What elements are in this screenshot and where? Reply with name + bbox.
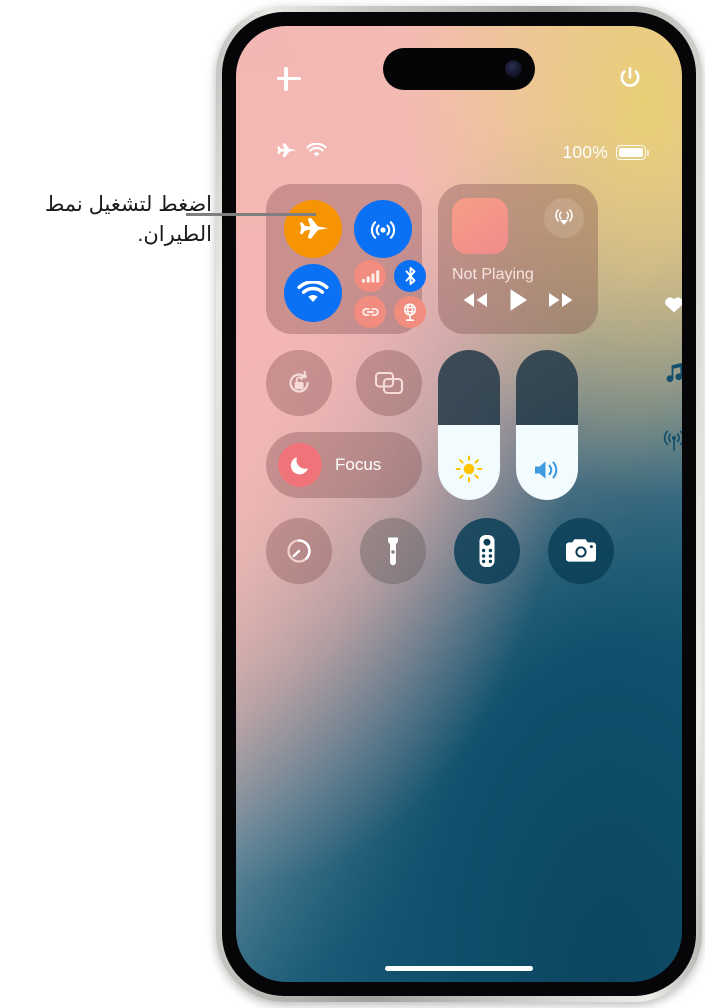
annotation-text: اضغط لتشغيل نمط الطيران. bbox=[44, 193, 212, 246]
focus-button[interactable]: Focus bbox=[266, 432, 422, 498]
broadcast-icon bbox=[663, 430, 682, 451]
connectivity-tile bbox=[266, 184, 426, 334]
bluetooth-button[interactable] bbox=[394, 260, 426, 292]
cc-row-1: Not Playing bbox=[266, 184, 660, 334]
fast-forward-icon bbox=[548, 293, 573, 307]
timer-icon bbox=[287, 539, 311, 563]
cc-row-2: Focus bbox=[266, 350, 660, 500]
page-dot-connectivity[interactable] bbox=[662, 430, 682, 457]
airdrop-button[interactable] bbox=[354, 200, 412, 258]
airplane-icon bbox=[299, 217, 328, 239]
power-icon bbox=[620, 67, 640, 87]
home-indicator[interactable] bbox=[385, 965, 533, 971]
bluetooth-icon bbox=[405, 267, 415, 285]
cellular-bars-icon bbox=[361, 270, 379, 283]
annotation-callout: اضغط لتشغيل نمط الطيران. bbox=[0, 190, 212, 250]
wifi-button[interactable] bbox=[284, 264, 342, 322]
airplay-button[interactable] bbox=[544, 198, 584, 238]
album-art-placeholder bbox=[452, 198, 508, 254]
media-playback-tile[interactable]: Not Playing bbox=[438, 184, 598, 334]
moon-icon bbox=[278, 443, 322, 487]
focus-label: Focus bbox=[335, 455, 382, 474]
airplane-icon bbox=[277, 143, 297, 158]
dynamic-island[interactable] bbox=[383, 48, 535, 90]
page-indicator-dots bbox=[662, 294, 682, 457]
camera-button[interactable] bbox=[548, 518, 614, 584]
front-camera-icon bbox=[505, 60, 522, 78]
screen-mirroring-button[interactable] bbox=[356, 350, 422, 416]
timer-button[interactable] bbox=[266, 518, 332, 584]
iphone-screen: 100% Not Playing Focus bbox=[236, 26, 682, 982]
speaker-icon bbox=[516, 456, 578, 484]
page-dot-media[interactable] bbox=[664, 361, 682, 388]
wifi-icon bbox=[306, 143, 327, 157]
status-bar: 100% bbox=[236, 142, 682, 168]
apple-tv-remote-button[interactable] bbox=[454, 518, 520, 584]
add-controls-button[interactable] bbox=[274, 64, 304, 94]
status-bar-left bbox=[276, 142, 327, 160]
moon-glyph-icon bbox=[290, 457, 308, 475]
rotation-lock-button[interactable] bbox=[266, 350, 332, 416]
rewind-button[interactable] bbox=[460, 290, 490, 315]
page-dot-home[interactable] bbox=[663, 294, 682, 319]
heart-icon bbox=[665, 297, 682, 313]
airplay-icon bbox=[555, 209, 573, 225]
cc-row-3 bbox=[266, 518, 660, 584]
play-button[interactable] bbox=[507, 287, 529, 318]
annotation-leader-line bbox=[186, 213, 316, 216]
media-status-label: Not Playing bbox=[452, 266, 534, 283]
airplane-mode-button[interactable] bbox=[284, 200, 342, 258]
camera-icon bbox=[566, 539, 596, 562]
phone-bezel: 100% Not Playing Focus bbox=[222, 12, 696, 996]
media-transport-controls bbox=[438, 287, 598, 318]
battery-percent-label: 100% bbox=[562, 142, 608, 162]
personal-hotspot-button[interactable] bbox=[354, 296, 386, 328]
volume-slider[interactable] bbox=[516, 350, 578, 500]
fast-forward-button[interactable] bbox=[546, 290, 576, 315]
rewind-icon bbox=[463, 293, 488, 307]
power-button[interactable] bbox=[614, 62, 646, 94]
rotation-lock-icon bbox=[289, 370, 309, 393]
tv-remote-icon bbox=[479, 535, 495, 567]
control-center: Not Playing Focus bbox=[266, 184, 660, 584]
vpn-button[interactable] bbox=[394, 296, 426, 328]
status-bar-right: 100% bbox=[562, 142, 649, 163]
music-note-icon bbox=[666, 363, 682, 383]
hotspot-link-icon bbox=[361, 308, 379, 316]
cellular-data-button[interactable] bbox=[354, 260, 386, 292]
battery-icon bbox=[616, 145, 649, 160]
vpn-globe-icon bbox=[403, 303, 417, 321]
wifi-icon bbox=[297, 281, 329, 303]
flashlight-button[interactable] bbox=[360, 518, 426, 584]
brightness-slider[interactable] bbox=[438, 350, 500, 500]
screen-mirroring-icon bbox=[374, 371, 404, 395]
sun-icon bbox=[438, 454, 500, 484]
airdrop-icon bbox=[370, 221, 396, 239]
flashlight-icon bbox=[388, 537, 398, 566]
play-icon bbox=[510, 289, 527, 311]
iphone-device-frame: 100% Not Playing Focus bbox=[216, 6, 702, 1002]
